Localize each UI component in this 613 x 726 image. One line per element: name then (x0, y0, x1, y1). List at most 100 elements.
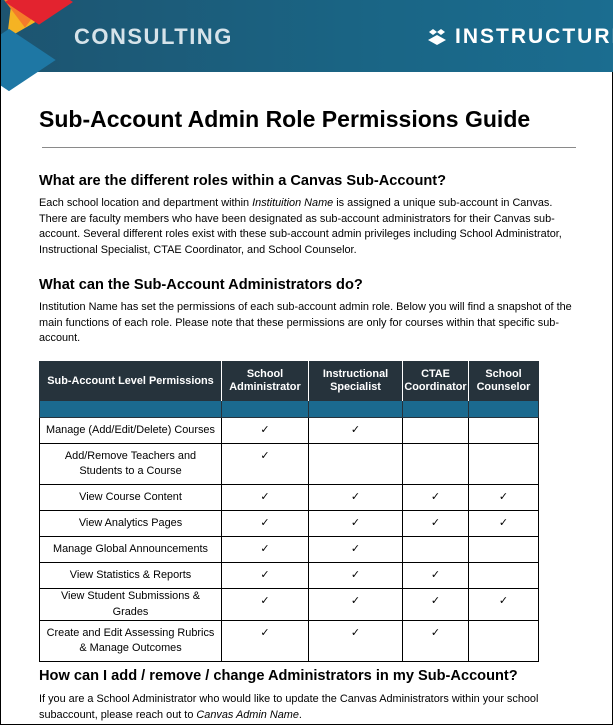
checkmark-cell: ✓ (308, 510, 403, 537)
band-cell (221, 401, 309, 418)
section-text-change-admins: If you are a School Administrator who wo… (39, 692, 599, 723)
permissions-table: Sub-Account Level Permissions School Adm… (39, 361, 539, 662)
table-band-row (39, 401, 539, 418)
checkmark-icon: ✓ (260, 595, 270, 607)
checkmark-cell: ✓ (308, 484, 403, 511)
checkmark-icon: ✓ (260, 450, 270, 462)
page-title: Sub-Account Admin Role Permissions Guide (39, 106, 531, 132)
table-row: View Course Content ✓ ✓ ✓ ✓ (39, 484, 539, 511)
checkmark-cell: ✓ (221, 443, 309, 485)
permission-cell: Manage Global Announcements (39, 536, 222, 563)
checkmark-cell: ✓ (221, 620, 309, 662)
band-cell (468, 401, 539, 418)
checkmark-icon: ✓ (498, 517, 509, 529)
checkmark-cell: ✓ (221, 417, 309, 444)
empty-cell (308, 443, 403, 485)
column-header-school-administrator: School Administrator (221, 361, 309, 401)
table-row: View Analytics Pages ✓ ✓ ✓ ✓ (39, 510, 539, 537)
permission-cell: View Course Content (39, 484, 222, 511)
checkmark-icon: ✓ (350, 569, 361, 581)
permission-cell: Create and Edit Assessing Rubrics & Mana… (39, 620, 222, 662)
checkmark-icon: ✓ (260, 424, 270, 436)
section-heading-roles: What are the different roles within a Ca… (39, 173, 447, 189)
band-cell (402, 401, 469, 418)
permission-cell: View Analytics Pages (39, 510, 222, 537)
table-row: View Student Submissions & Grades ✓ ✓ ✓ ✓ (39, 588, 539, 621)
checkmark-icon: ✓ (260, 517, 270, 529)
section-text-roles: Each school location and department with… (39, 196, 579, 259)
checkmark-cell: ✓ (308, 562, 403, 589)
permission-cell: Add/Remove Teachers and Students to a Co… (39, 443, 222, 485)
checkmark-cell: ✓ (402, 620, 469, 662)
checkmark-icon: ✓ (430, 595, 441, 607)
blue-diamond-wrap (1, 0, 81, 110)
checkmark-cell: ✓ (468, 588, 539, 621)
brand-name: INSTRUCTURE (455, 25, 613, 48)
institution-name-placeholder: Instituition Name (252, 197, 334, 209)
text-span: . (298, 708, 302, 721)
band-cell (308, 401, 403, 418)
consulting-label: CONSULTING (74, 24, 233, 49)
checkmark-cell: ✓ (468, 484, 539, 511)
checkmark-cell: ✓ (308, 588, 403, 621)
empty-cell (468, 417, 539, 444)
checkmark-cell: ✓ (402, 510, 469, 537)
empty-cell (402, 443, 469, 485)
table-header-row: Sub-Account Level Permissions School Adm… (39, 361, 539, 401)
checkmark-icon: ✓ (260, 543, 270, 555)
checkmark-icon: ✓ (350, 627, 361, 639)
checkmark-icon: ✓ (498, 491, 509, 503)
checkmark-icon: ✓ (430, 569, 441, 581)
empty-cell (468, 620, 539, 662)
checkmark-icon: ✓ (350, 517, 361, 529)
checkmark-cell: ✓ (221, 588, 309, 621)
header-banner: CONSULTING INSTRUCTURE (1, 0, 613, 72)
checkmark-icon: ✓ (260, 569, 270, 581)
empty-cell (402, 417, 469, 444)
column-header-school-counselor: School Counselor (468, 361, 539, 401)
checkmark-cell: ✓ (402, 562, 469, 589)
checkmark-icon: ✓ (350, 543, 361, 555)
checkmark-icon: ✓ (430, 517, 441, 529)
checkmark-cell: ✓ (402, 588, 469, 621)
permission-cell: View Student Submissions & Grades (39, 588, 222, 621)
section-heading-admin-abilities: What can the Sub-Account Administrators … (39, 277, 363, 293)
checkmark-icon: ✓ (350, 595, 361, 607)
checkmark-cell: ✓ (221, 536, 309, 563)
permission-cell: Manage (Add/Edit/Delete) Courses (39, 417, 222, 444)
checkmark-icon: ✓ (260, 627, 270, 639)
table-row: Manage Global Announcements ✓ ✓ (39, 536, 539, 563)
checkmark-icon: ✓ (430, 627, 441, 639)
band-cell (39, 401, 222, 418)
checkmark-cell: ✓ (468, 510, 539, 537)
section-heading-change-admins: How can I add / remove / change Administ… (39, 668, 518, 684)
checkmark-cell: ✓ (308, 417, 403, 444)
instructure-logo: INSTRUCTURE (427, 25, 613, 49)
checkmark-cell: ✓ (221, 562, 309, 589)
section-text-admin-abilities: Institution Name has set the permissions… (39, 301, 572, 345)
empty-cell (468, 536, 539, 563)
checkmark-icon: ✓ (498, 595, 509, 607)
title-divider (42, 147, 576, 148)
checkmark-icon: ✓ (350, 491, 361, 503)
checkmark-icon: ✓ (260, 491, 270, 503)
checkmark-icon: ✓ (430, 491, 441, 503)
checkmark-cell: ✓ (308, 536, 403, 563)
permission-cell: View Statistics & Reports (39, 562, 222, 589)
table-row: View Statistics & Reports ✓ ✓ ✓ (39, 562, 539, 589)
checkmark-cell: ✓ (221, 484, 309, 511)
document-page: CONSULTING INSTRUCTURE Sub-Account Admin… (0, 0, 613, 725)
text-span: Each school location and department with… (39, 197, 253, 209)
checkmark-cell: ✓ (402, 484, 469, 511)
checkmark-icon: ✓ (350, 424, 361, 436)
instructure-logo-icon (428, 29, 446, 45)
empty-cell (468, 562, 539, 589)
empty-cell (468, 443, 539, 485)
empty-cell (402, 536, 469, 563)
table-row: Manage (Add/Edit/Delete) Courses ✓ ✓ (39, 417, 539, 444)
table-row: Create and Edit Assessing Rubrics & Mana… (39, 620, 539, 662)
blue-diamond-decoration (1, 28, 56, 92)
canvas-admin-name-placeholder: Canvas Admin Name (196, 708, 299, 721)
column-header-ctae-coordinator: CTAE Coordinator (402, 361, 469, 401)
checkmark-cell: ✓ (221, 510, 309, 537)
